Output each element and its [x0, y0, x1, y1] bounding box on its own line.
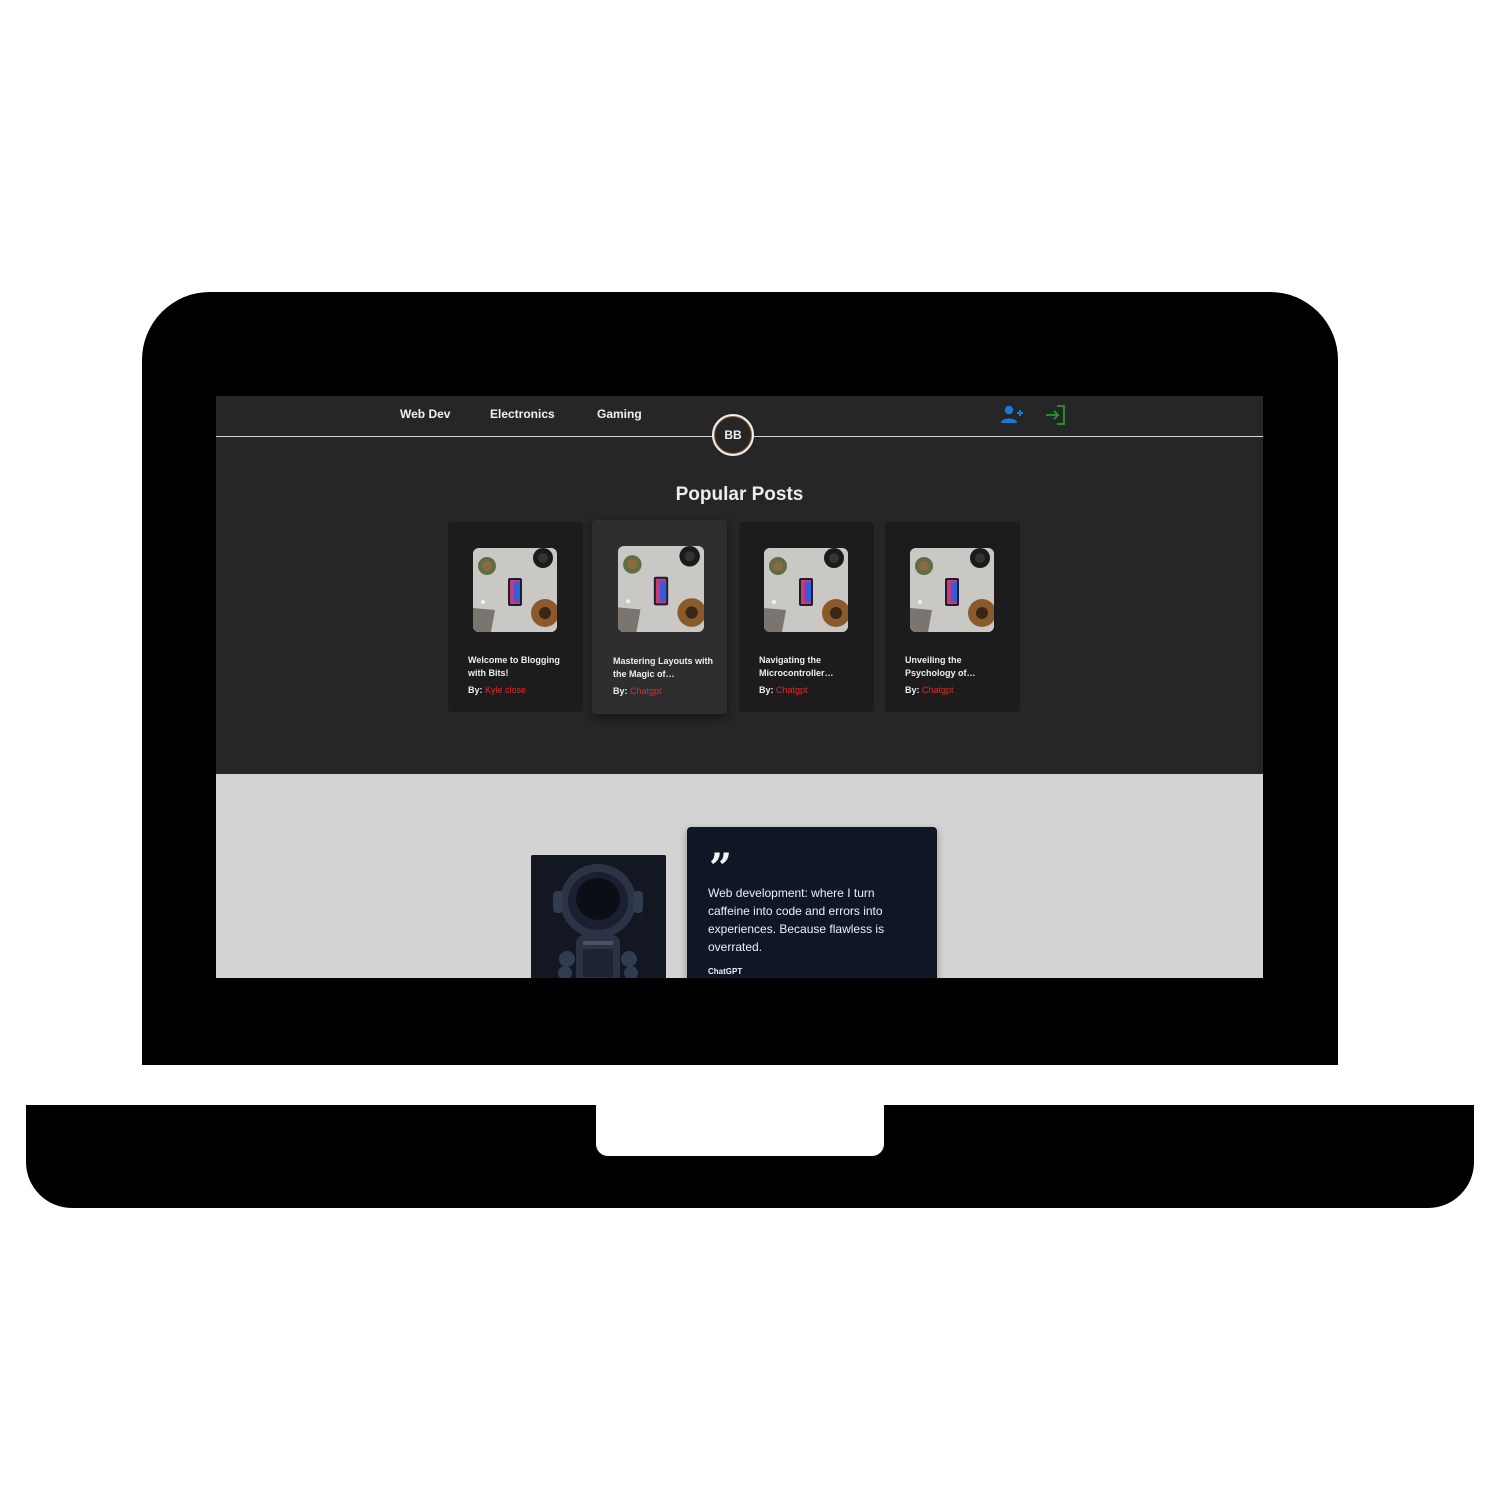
testimonial-quote: Web development: where I turn caffeine i… [708, 886, 885, 954]
post-author[interactable]: Chatgpt [630, 686, 662, 696]
logo[interactable]: BB [712, 414, 754, 456]
nav-link-web-dev[interactable]: Web Dev [400, 407, 450, 421]
by-label: By: [468, 685, 483, 695]
post-byline: By: Chatgpt [759, 685, 808, 695]
user-plus-icon[interactable] [1000, 404, 1024, 426]
quote-icon: ” [709, 845, 733, 892]
by-label: By: [613, 686, 628, 696]
post-thumbnail [910, 548, 994, 632]
testimonial-card: ” Web development: where I turn caffeine… [687, 827, 937, 978]
post-byline: By: Kyle close [468, 685, 526, 695]
post-title[interactable]: Welcome to Blogging with Bits! [468, 654, 568, 680]
post-card[interactable]: Unveiling the Psychology of… By: Chatgpt [885, 522, 1020, 712]
testimonial-author: ChatGPT [708, 967, 743, 976]
post-card[interactable]: Navigating the Microcontroller… By: Chat… [739, 522, 874, 712]
post-author[interactable]: Kyle close [485, 685, 526, 695]
sign-in-icon[interactable] [1044, 404, 1068, 426]
nav-link-electronics[interactable]: Electronics [490, 407, 555, 421]
popular-posts-title: Popular Posts [675, 484, 804, 505]
post-author[interactable]: Chatgpt [776, 685, 808, 695]
screen: Web Dev Electronics Gaming BB Popular Po… [216, 396, 1263, 978]
post-card[interactable]: Mastering Layouts with the Magic of… By:… [592, 520, 727, 714]
by-label: By: [905, 685, 920, 695]
post-thumbnail [473, 548, 557, 632]
post-byline: By: Chatgpt [905, 685, 954, 695]
post-thumbnail [618, 546, 704, 632]
post-title[interactable]: Unveiling the Psychology of… [905, 654, 1005, 680]
by-label: By: [759, 685, 774, 695]
laptop-notch [596, 1105, 884, 1156]
astronaut-image [531, 855, 666, 978]
post-title[interactable]: Navigating the Microcontroller… [759, 654, 859, 680]
post-thumbnail [764, 548, 848, 632]
nav-link-gaming[interactable]: Gaming [597, 407, 642, 421]
post-author[interactable]: Chatgpt [922, 685, 954, 695]
post-card[interactable]: Welcome to Blogging with Bits! By: Kyle … [448, 522, 583, 712]
post-title[interactable]: Mastering Layouts with the Magic of… [613, 655, 713, 681]
testimonial-section: ” Web development: where I turn caffeine… [216, 774, 1263, 978]
post-byline: By: Chatgpt [613, 686, 662, 696]
